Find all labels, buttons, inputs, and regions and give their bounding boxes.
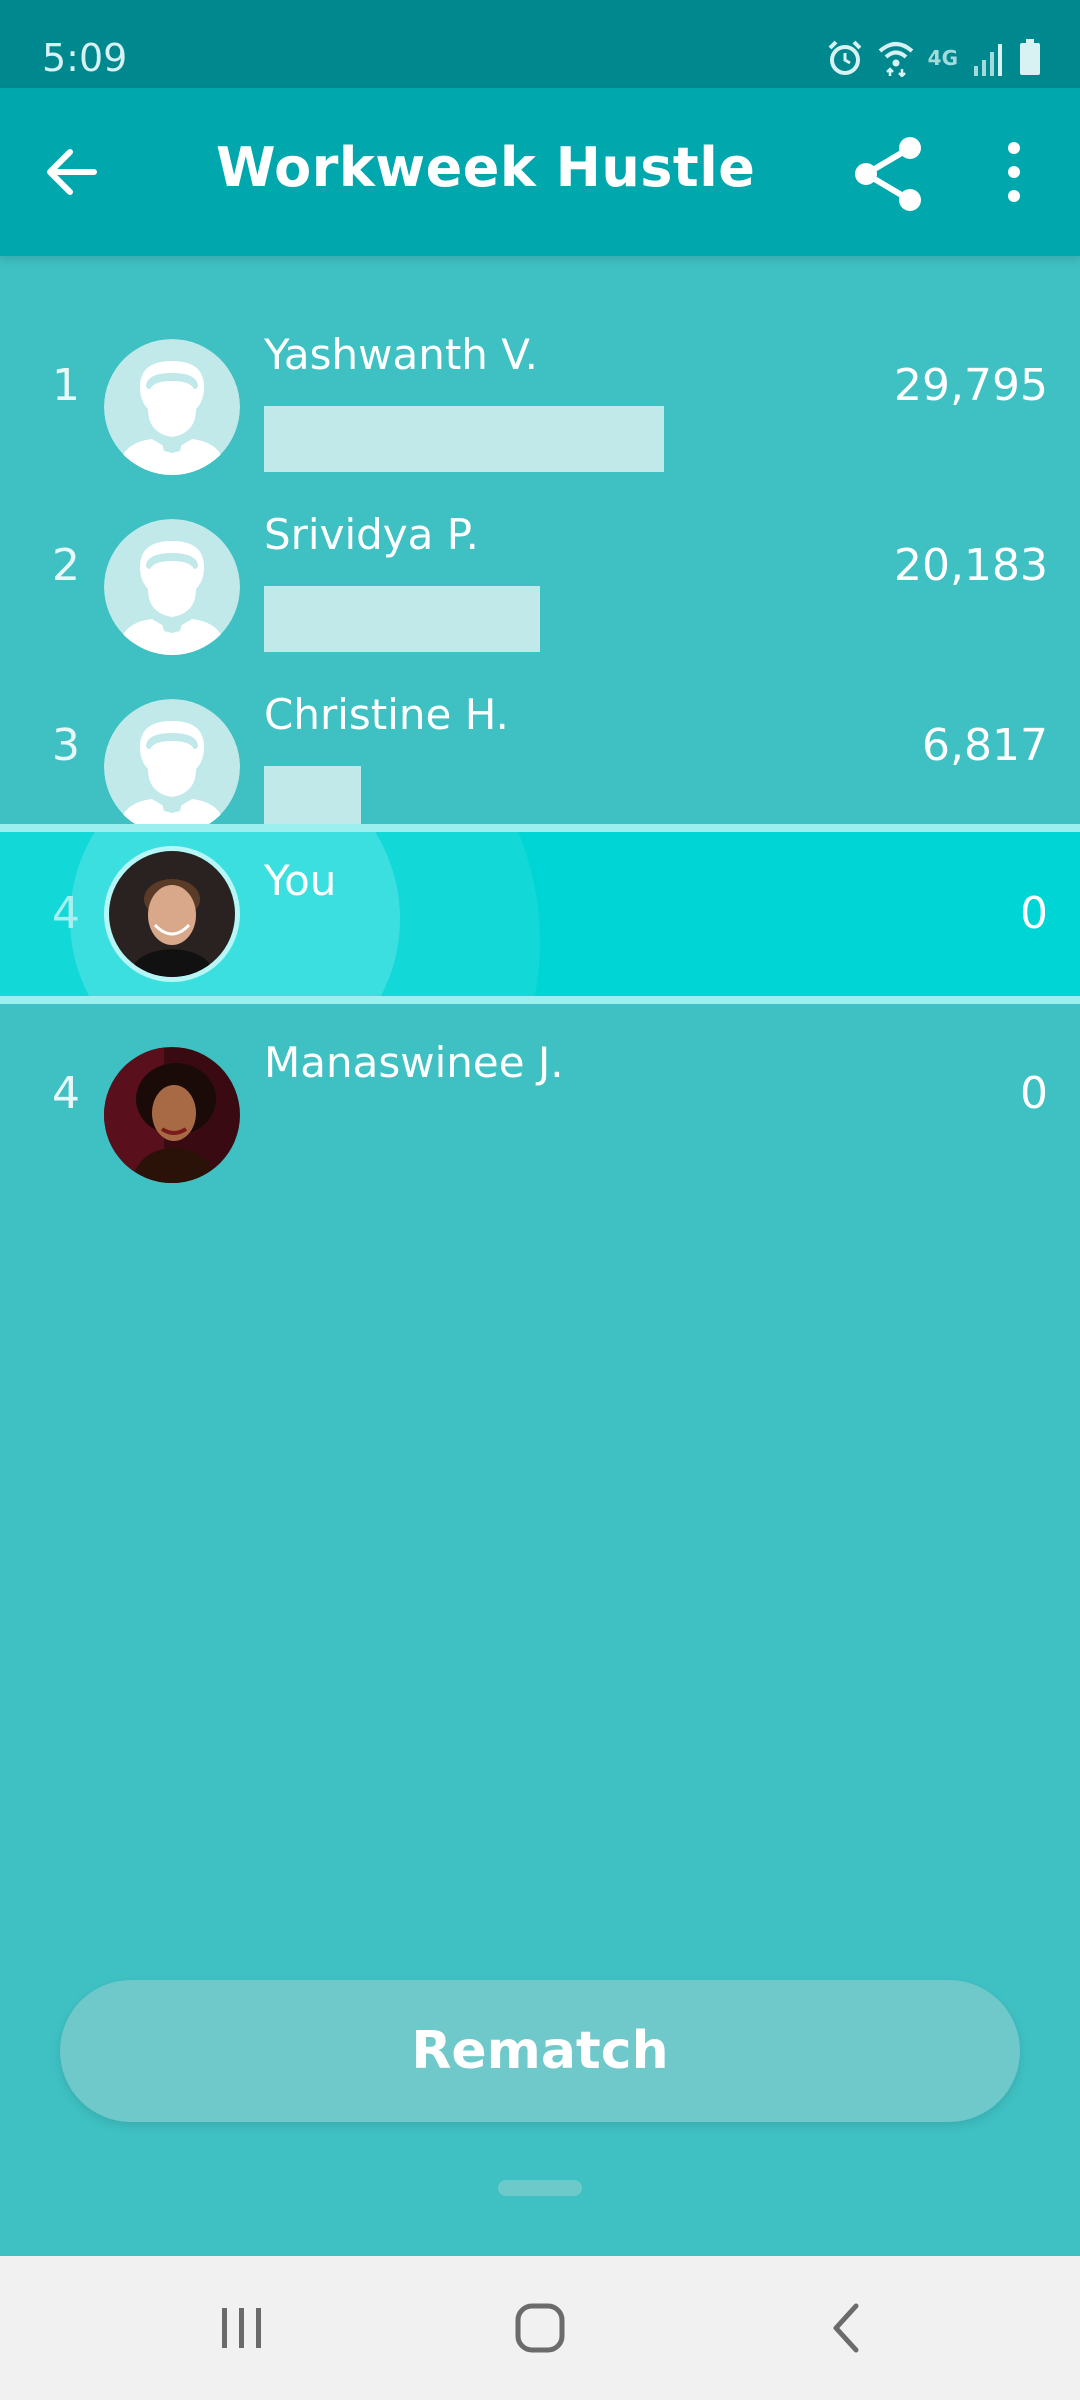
signal-icon [974, 44, 1002, 76]
player-name: You [264, 856, 337, 905]
share-button[interactable] [850, 134, 930, 214]
player-score: 29,795 [894, 360, 1048, 411]
more-options-button[interactable] [996, 140, 1032, 204]
rank-number: 3 [52, 720, 80, 771]
more-vert-icon [1008, 142, 1020, 202]
rank-number: 1 [52, 360, 80, 411]
progress-bar [264, 406, 664, 472]
player-score: 20,183 [894, 540, 1048, 591]
avatar [104, 699, 240, 835]
page-title: Workweek Hustle [216, 136, 756, 199]
player-score: 6,817 [922, 720, 1048, 771]
status-time: 5:09 [42, 36, 128, 80]
default-avatar-icon [104, 699, 240, 835]
system-back-button[interactable] [818, 2298, 878, 2358]
avatar [104, 339, 240, 475]
avatar [104, 1047, 240, 1183]
default-avatar-icon [104, 519, 240, 655]
app-bar: Workweek Hustle [0, 88, 1080, 256]
leaderboard-row[interactable]: 1 Yashwanth V. 29,795 [0, 296, 1080, 476]
player-name: Srividya P. [264, 510, 479, 559]
user-photo-avatar [104, 1047, 240, 1183]
status-icons: 4G [826, 38, 1042, 78]
drag-handle[interactable] [498, 2180, 582, 2196]
rank-number: 4 [52, 1068, 80, 1119]
user-photo-avatar [109, 851, 235, 977]
status-bar: 5:09 4G [0, 0, 1080, 88]
alarm-icon [828, 40, 862, 75]
leaderboard-row[interactable]: 2 Srividya P. 20,183 [0, 476, 1080, 656]
wifi-icon [878, 42, 913, 77]
back-arrow-icon [47, 149, 97, 195]
leaderboard-row[interactable]: 4 Manaswinee J. 0 [0, 1004, 1080, 1184]
player-name: Manaswinee J. [264, 1038, 564, 1087]
progress-bar [264, 586, 540, 652]
battery-icon [1020, 39, 1040, 75]
default-avatar-icon [104, 339, 240, 475]
player-score: 0 [1020, 888, 1048, 939]
rank-number: 4 [52, 888, 80, 939]
system-nav-bar [0, 2256, 1080, 2400]
home-icon [515, 2303, 565, 2353]
leaderboard-row[interactable]: 3 Christine H. 6,817 [0, 656, 1080, 836]
player-name: Yashwanth V. [264, 330, 538, 379]
rematch-button[interactable]: Rematch [60, 1980, 1020, 2122]
recents-button[interactable] [212, 2298, 272, 2358]
avatar [104, 846, 240, 982]
share-icon [855, 137, 921, 211]
back-button[interactable] [44, 140, 124, 204]
progress-bar [264, 766, 361, 832]
home-button[interactable] [510, 2298, 570, 2358]
current-user-row[interactable]: 4 You 0 [0, 824, 1080, 1004]
player-score: 0 [1020, 1068, 1048, 1119]
network-type-label: 4G [927, 46, 958, 70]
player-name: Christine H. [264, 690, 509, 739]
rank-number: 2 [52, 540, 80, 591]
avatar [104, 519, 240, 655]
back-icon [833, 2303, 859, 2353]
recents-icon [222, 2308, 261, 2348]
